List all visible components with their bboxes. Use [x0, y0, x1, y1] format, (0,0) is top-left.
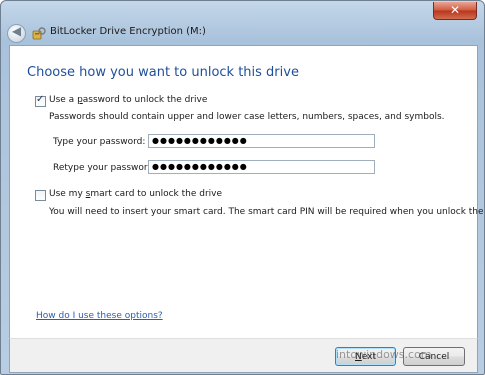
watermark: intowindows.com: [336, 348, 432, 361]
smartcard-hint: You will need to insert your smart card.…: [49, 207, 485, 217]
back-arrow-icon: ◀: [11, 24, 22, 38]
use-smartcard-checkbox[interactable]: [35, 190, 46, 201]
close-button[interactable]: ✕: [433, 2, 477, 20]
retype-password-label: Retype your password:: [53, 163, 157, 173]
use-password-checkbox[interactable]: ✓: [35, 94, 46, 107]
retype-password-field[interactable]: ●●●●●●●●●●●●: [148, 160, 375, 174]
type-password-label: Type your password:: [53, 137, 146, 147]
title-bar[interactable]: ✕ ◀ BitLocker Drive Encryption (M:): [1, 1, 484, 45]
bitlocker-window: ✕ ◀ BitLocker Drive Encryption (M:) Choo…: [0, 0, 485, 375]
help-link[interactable]: How do I use these options?: [36, 311, 163, 321]
use-password-label[interactable]: Use a password to unlock the drive: [49, 95, 207, 105]
page-title: Choose how you want to unlock this drive: [27, 65, 299, 80]
close-icon: ✕: [449, 3, 461, 17]
use-smartcard-label[interactable]: Use my smart card to unlock the drive: [49, 189, 222, 199]
type-password-field[interactable]: ●●●●●●●●●●●●: [148, 134, 375, 148]
checkmark-icon: ✓: [36, 94, 45, 105]
bitlocker-key-icon: [32, 27, 46, 40]
password-hint: Passwords should contain upper and lower…: [49, 112, 445, 122]
window-title: BitLocker Drive Encryption (M:): [50, 26, 206, 37]
back-button[interactable]: ◀: [7, 24, 26, 43]
